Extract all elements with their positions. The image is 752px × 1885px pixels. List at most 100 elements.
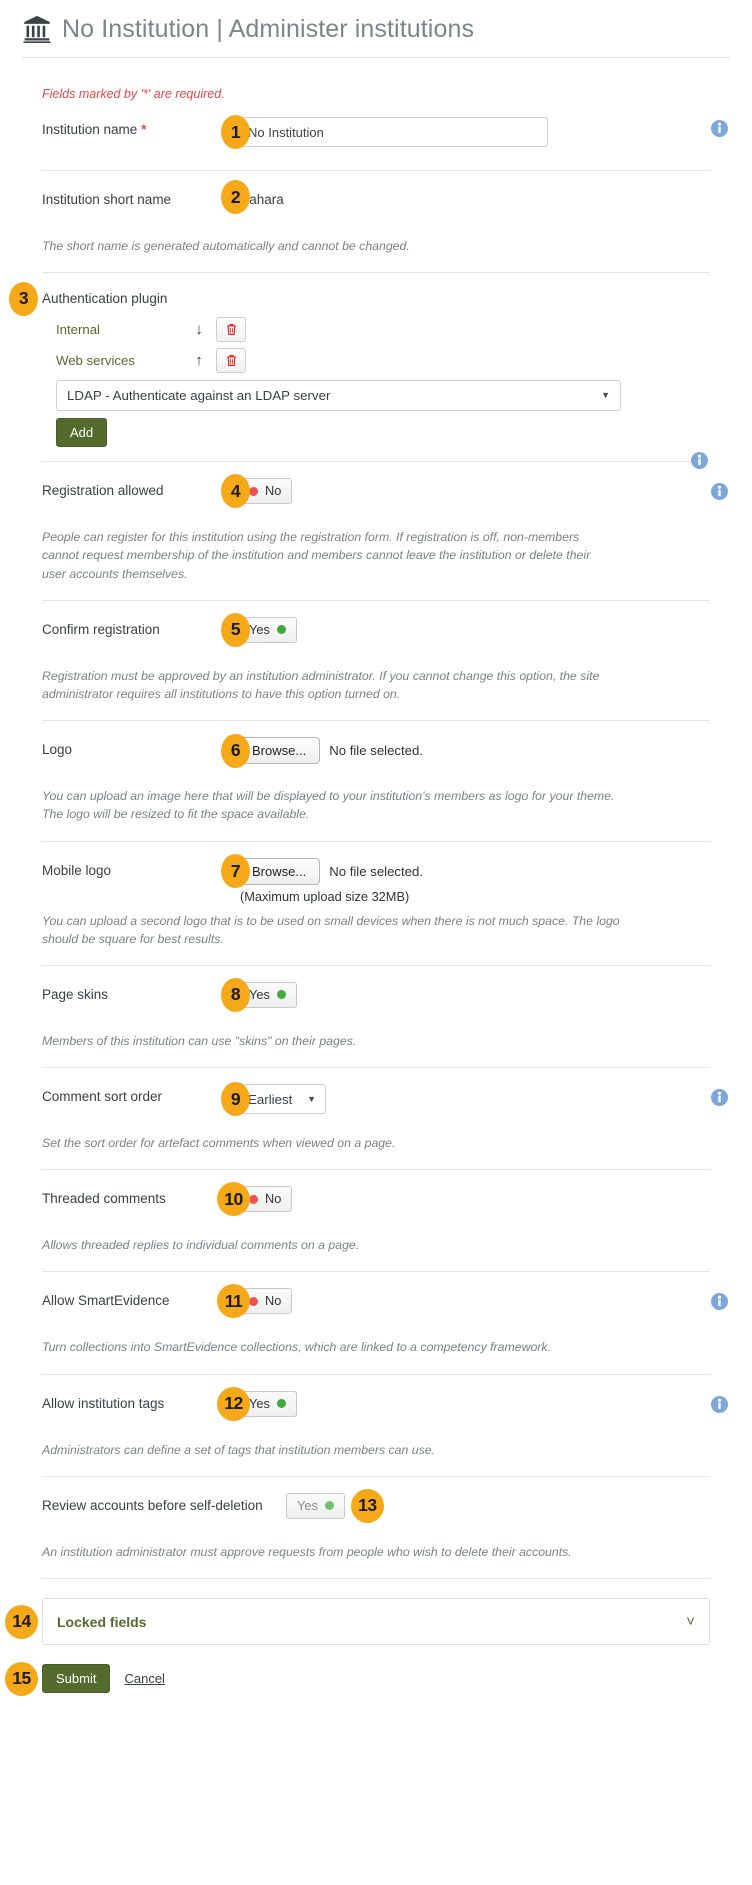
authentication-plugin-list: Internal ↓ Web services ↑ (56, 315, 730, 375)
info-circle-icon[interactable] (711, 1293, 728, 1311)
callout-badge-2: 2 (221, 180, 250, 214)
trash-icon-button[interactable] (216, 317, 246, 343)
help-allow-institution-tags: Administrators can define a set of tags … (42, 1442, 436, 1457)
label-threaded-comments: Threaded comments (42, 1191, 166, 1207)
institution-settings-form: Fields marked by '*' are required. Insti… (0, 87, 752, 1733)
institution-name-input[interactable] (238, 117, 548, 147)
callout-badge-4: 4 (221, 474, 250, 509)
callout-badge-14: 14 (5, 1604, 38, 1639)
info-circle-icon[interactable] (711, 1395, 728, 1413)
label-review-accounts: Review accounts before self-deletion (42, 1497, 263, 1513)
logo-file-status: No file selected. (329, 743, 424, 759)
label-allow-smartevidence: Allow SmartEvidence (42, 1293, 170, 1309)
info-circle-icon[interactable] (711, 483, 728, 501)
confirm-registration-value: Yes (249, 621, 270, 637)
callout-badge-13: 13 (350, 1488, 384, 1523)
trash-icon-button[interactable] (216, 348, 246, 374)
header-divider (22, 57, 730, 58)
field-institution-name: Institution name * (22, 101, 730, 153)
mobile-logo-file-status: No file selected. (329, 863, 424, 879)
bank-institution-icon (22, 14, 52, 44)
label-institution-short-name: Institution short name (42, 192, 172, 207)
callout-badge-5: 5 (221, 612, 250, 647)
row-divider (42, 1578, 710, 1579)
move-down-arrow[interactable]: ↓ (182, 322, 216, 337)
status-dot-off (249, 1194, 258, 1204)
label-institution-name-text: Institution name (42, 122, 138, 137)
mobile-logo-max-upload: (Maximum upload size 32MB) (240, 888, 410, 904)
help-logo: You can upload an image here that will b… (42, 789, 615, 822)
help-review-accounts: An institution administrator must approv… (42, 1544, 572, 1559)
chevron-down-icon: ▼ (307, 1093, 316, 1104)
comment-sort-order-select[interactable]: Earliest ▼ (238, 1084, 326, 1115)
label-institution-name: Institution name * (42, 117, 238, 139)
auth-plugin-select-value: LDAP - Authenticate against an LDAP serv… (67, 388, 331, 404)
status-dot-on (276, 1399, 286, 1409)
help-confirm-registration: Registration must be approved by an inst… (42, 668, 600, 701)
add-auth-plugin-button[interactable]: Add (56, 418, 108, 448)
locked-fields-label: Locked fields (57, 1613, 147, 1630)
help-allow-smartevidence: Turn collections into SmartEvidence coll… (42, 1340, 551, 1355)
auth-plugin-name[interactable]: Internal (56, 322, 182, 337)
info-circle-icon[interactable] (711, 1089, 728, 1107)
help-mobile-logo: You can upload a second logo that is to … (42, 913, 620, 946)
field-allow-institution-tags: Allow institution tags Yes (22, 1375, 730, 1427)
status-dot-on (276, 625, 286, 635)
locked-fields-collapse[interactable]: Locked fields ˅ (42, 1598, 710, 1645)
field-institution-short-name: Institution short name mahara (22, 171, 730, 223)
allow-institution-tags-value: Yes (249, 1395, 270, 1411)
status-dot-off (249, 486, 258, 496)
registration-allowed-value: No (265, 483, 282, 499)
info-circle-icon[interactable] (711, 120, 728, 137)
page-title: No Institution | Administer institutions (62, 14, 475, 43)
label-authentication-plugin: Authentication plugin (42, 291, 168, 307)
label-allow-institution-tags: Allow institution tags (42, 1395, 165, 1411)
allow-smartevidence-value: No (265, 1293, 282, 1309)
required-asterisk: * (141, 122, 147, 137)
auth-plugin-select[interactable]: LDAP - Authenticate against an LDAP serv… (56, 380, 621, 412)
label-logo: Logo (42, 742, 73, 758)
required-fields-note: Fields marked by '*' are required. (42, 87, 225, 101)
cancel-link[interactable]: Cancel (124, 1671, 164, 1686)
submit-button[interactable]: Submit (42, 1664, 111, 1693)
status-dot-on (324, 1501, 334, 1511)
move-up-arrow[interactable]: ↑ (182, 353, 216, 368)
comment-sort-order-value: Earliest (248, 1091, 293, 1107)
chevron-down-icon: ▼ (601, 390, 610, 401)
callout-badge-15: 15 (5, 1661, 38, 1696)
label-mobile-logo: Mobile logo (42, 862, 112, 878)
review-accounts-value: Yes (297, 1497, 318, 1513)
threaded-comments-value: No (265, 1191, 282, 1207)
logo-browse-button[interactable]: Browse... (238, 737, 321, 765)
field-allow-smartevidence: Allow SmartEvidence No (22, 1272, 730, 1324)
callout-badge-10: 10 (217, 1182, 250, 1217)
field-authentication-plugin: Authentication plugin Internal ↓ Web ser… (22, 273, 730, 448)
field-comment-sort-order: Comment sort order Earliest ▼ (22, 1068, 730, 1120)
label-page-skins: Page skins (42, 986, 109, 1002)
help-institution-short-name: The short name is generated automaticall… (42, 239, 410, 253)
callout-badge-12: 12 (217, 1386, 250, 1421)
field-registration-allowed: Registration allowed No (22, 462, 730, 514)
field-logo: Logo Browse... No file selected. (22, 721, 730, 773)
auth-plugin-name[interactable]: Web services (56, 353, 182, 368)
callout-badge-7: 7 (221, 854, 250, 888)
page-skins-value: Yes (249, 986, 270, 1002)
auth-plugin-row: Web services ↑ (56, 346, 730, 375)
field-threaded-comments: Threaded comments No (22, 1170, 730, 1222)
chevron-down-icon: ˅ (686, 1613, 695, 1630)
review-accounts-toggle[interactable]: Yes (286, 1492, 345, 1519)
help-comment-sort-order: Set the sort order for artefact comments… (42, 1136, 396, 1151)
mobile-logo-browse-button[interactable]: Browse... (238, 857, 321, 885)
form-actions: Submit Cancel (42, 1664, 730, 1733)
help-threaded-comments: Allows threaded replies to individual co… (42, 1238, 360, 1253)
status-dot-on (276, 990, 286, 1000)
field-confirm-registration: Confirm registration Yes (22, 601, 730, 653)
auth-plugin-row: Internal ↓ (56, 315, 730, 344)
field-mobile-logo: Mobile logo Browse... No file selected. … (22, 842, 730, 904)
label-comment-sort-order: Comment sort order (42, 1089, 163, 1105)
callout-badge-6: 6 (221, 733, 250, 768)
field-page-skins: Page skins Yes (22, 966, 730, 1018)
callout-badge-8: 8 (221, 977, 250, 1012)
help-registration-allowed: People can register for this institution… (42, 530, 591, 581)
callout-badge-1: 1 (221, 115, 250, 149)
